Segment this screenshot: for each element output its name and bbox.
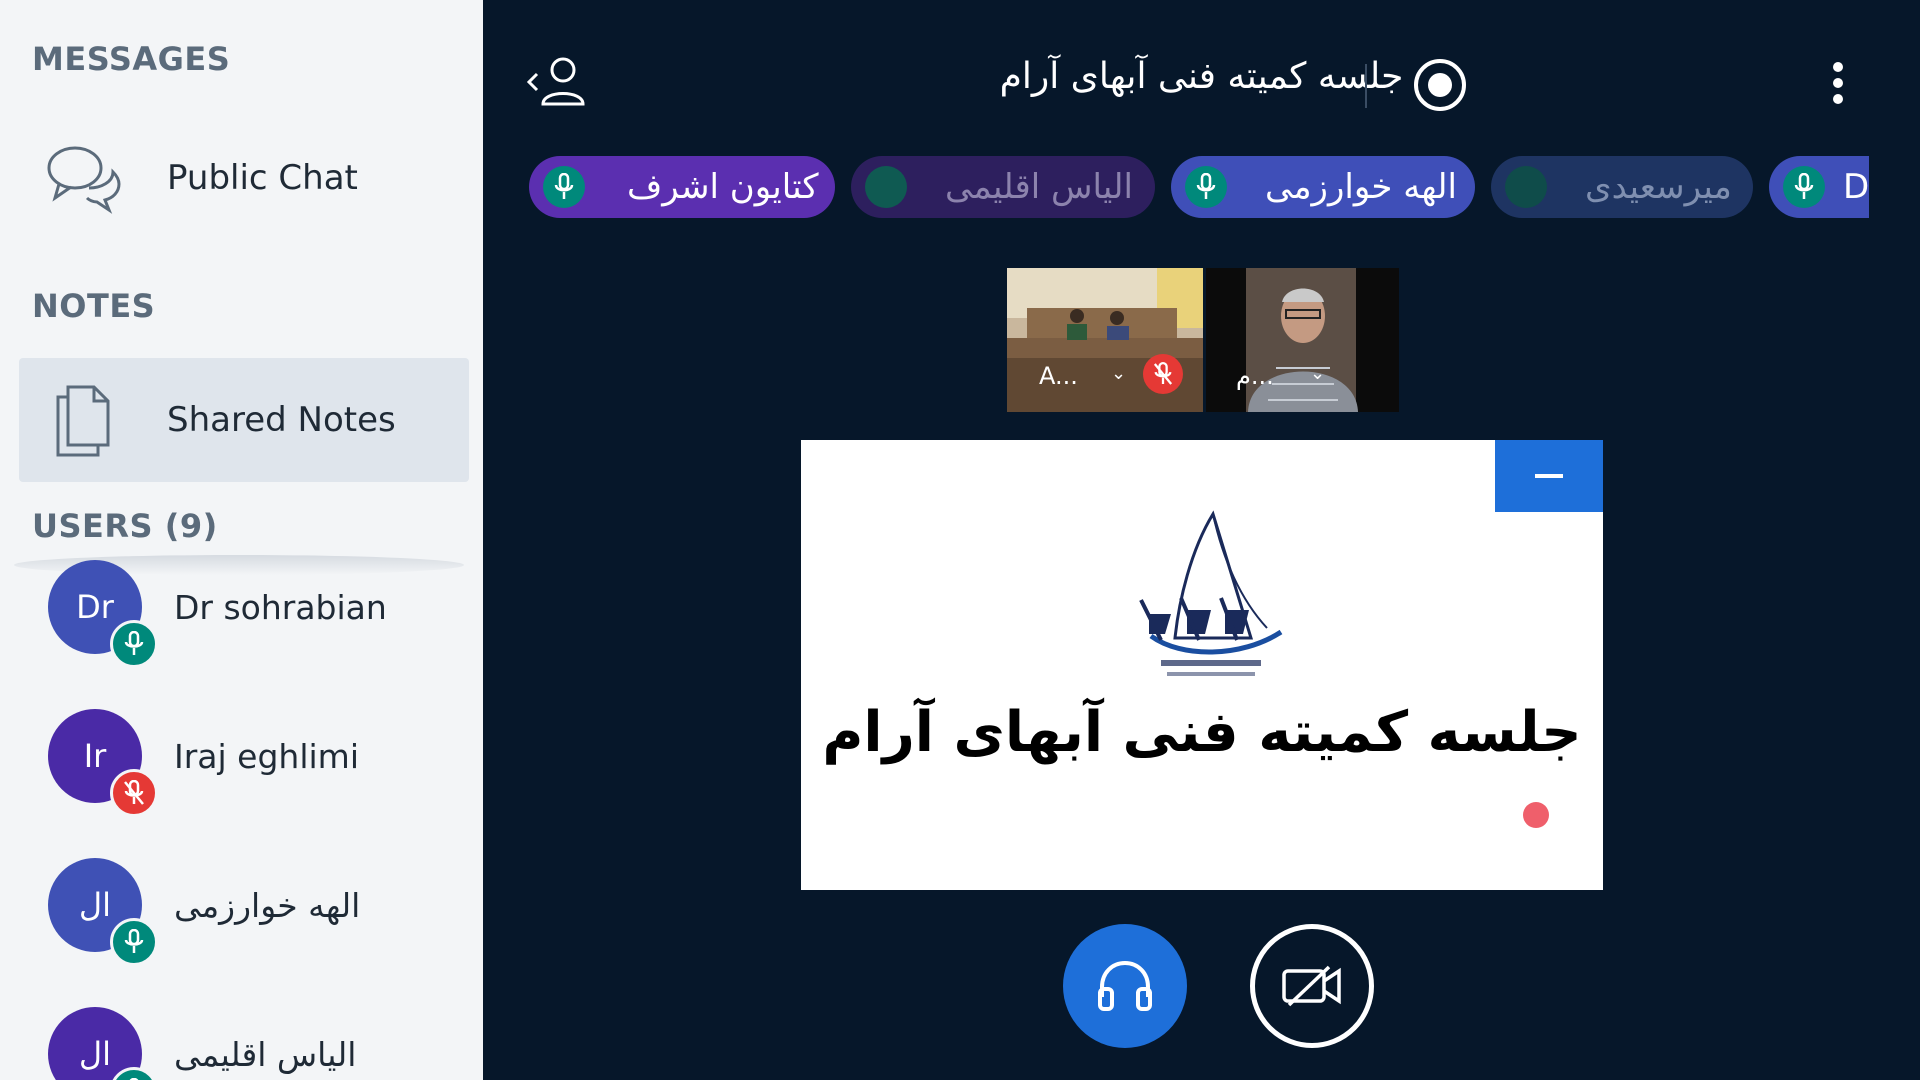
mic-on-icon [543, 166, 585, 208]
mic-on-icon [1185, 166, 1227, 208]
mic-muted-icon [110, 769, 158, 817]
talker-name: الهه خوارزمی [1265, 167, 1457, 207]
user-name: Iraj eghlimi [174, 736, 359, 776]
video-user-name: م... [1236, 362, 1274, 390]
user-list-item[interactable]: ال الهه خوارزمی [48, 855, 361, 966]
meeting-title: جلسه کمیته فنی آبهای آرام [999, 56, 1404, 97]
users-section-title: USERS (9) [32, 507, 218, 545]
mic-on-icon [1783, 166, 1825, 208]
talker-chip[interactable]: الیاس اقلیمی [851, 156, 1155, 218]
avatar-initials: ال [78, 1035, 112, 1073]
more-dot [1833, 94, 1843, 104]
title-divider [1365, 64, 1367, 108]
user-name: Dr sohrabian [174, 587, 387, 627]
shared-notes-item[interactable]: Shared Notes [19, 358, 469, 482]
avatar: ال [48, 858, 158, 966]
avatar: Ir [48, 709, 158, 817]
talking-indicator-bar: کتایون اشرف الیاس اقلیمی الهه خوارزمی می… [529, 156, 1869, 220]
chevron-down-icon[interactable]: ⌄ [1310, 363, 1325, 384]
notes-section-title: NOTES [32, 287, 156, 325]
audio-button[interactable] [1063, 924, 1187, 1048]
public-chat-item[interactable]: Public Chat [19, 116, 469, 240]
avatar: ال [48, 1007, 158, 1080]
share-webcam-button[interactable] [1250, 924, 1374, 1048]
more-dot [1833, 62, 1843, 72]
chat-icon [19, 142, 149, 214]
messages-section-title: MESSAGES [32, 40, 231, 78]
sidebar: MESSAGES Public Chat NOTES Shared Notes … [0, 0, 483, 1080]
talker-name: کتایون اشرف [627, 167, 819, 207]
talker-chip[interactable]: Dr [1769, 156, 1869, 218]
talker-chip[interactable]: کتایون اشرف [529, 156, 835, 218]
shared-notes-label: Shared Notes [167, 400, 396, 440]
user-list-item[interactable]: Dr Dr sohrabian [48, 557, 387, 668]
minus-icon [1535, 474, 1563, 478]
talker-chip[interactable]: الهه خوارزمی [1171, 156, 1475, 218]
video-feed-person [1206, 268, 1399, 412]
avatar: Dr [48, 560, 158, 668]
federation-logo [1139, 510, 1283, 676]
video-tile[interactable]: A... ⌄ [1007, 268, 1203, 412]
slide-title: جلسه کمیته فنی آبهای آرام [822, 700, 1582, 765]
video-user-name: A... [1039, 362, 1078, 390]
chevron-down-icon[interactable]: ⌄ [1111, 363, 1126, 384]
mic-indicator-icon [1505, 166, 1547, 208]
minimize-presentation-button[interactable] [1495, 440, 1603, 512]
mic-indicator-icon [865, 166, 907, 208]
mic-on-icon [110, 1067, 158, 1080]
video-off-icon [1282, 965, 1341, 1007]
user-name: الیاس اقلیمی [174, 1034, 357, 1074]
mic-on-icon [110, 620, 158, 668]
user-list-item[interactable]: ال الیاس اقلیمی [48, 1004, 356, 1080]
avatar-initials: Dr [76, 588, 114, 626]
main-area: جلسه کمیته فنی آبهای آرام کتایون اشرف ال… [483, 0, 1920, 1080]
talker-name: Dr [1843, 167, 1869, 207]
mic-on-icon [110, 918, 158, 966]
more-options-button[interactable] [1828, 62, 1848, 110]
mic-muted-icon [1143, 354, 1183, 394]
user-name: الهه خوارزمی [174, 885, 361, 925]
talker-name: الیاس اقلیمی [945, 167, 1133, 207]
more-dot [1833, 78, 1843, 88]
user-list-item[interactable]: Ir Iraj eghlimi [48, 706, 359, 817]
headphones-icon [1098, 960, 1152, 1011]
record-icon [1428, 73, 1452, 97]
video-tile[interactable]: م... ⌄ [1206, 268, 1399, 412]
public-chat-label: Public Chat [167, 158, 358, 198]
laser-pointer [1523, 802, 1549, 828]
presentation-area: جلسه کمیته فنی آبهای آرام [801, 440, 1603, 890]
avatar-initials: Ir [83, 737, 107, 775]
talker-name: میرسعیدی [1585, 167, 1732, 207]
notes-icon [19, 381, 149, 459]
avatar-initials: ال [78, 886, 112, 924]
record-button[interactable] [1414, 59, 1466, 111]
talker-chip[interactable]: میرسعیدی [1491, 156, 1753, 218]
